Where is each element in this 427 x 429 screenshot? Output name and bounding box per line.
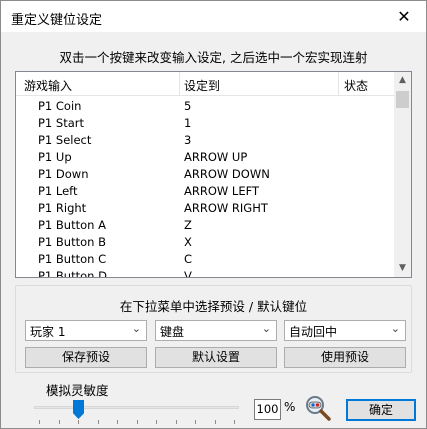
input-name: P1 Button C: [38, 252, 107, 266]
list-item[interactable]: P1 Button C C: [16, 250, 396, 267]
column-header-status[interactable]: 状态: [344, 77, 368, 94]
slider-tick: [175, 420, 177, 424]
list-item[interactable]: P1 Button D V: [16, 267, 396, 278]
column-header-input[interactable]: 游戏输入: [24, 77, 72, 94]
input-name: P1 Start: [38, 116, 84, 130]
slider-tick: [97, 420, 99, 424]
preset-group-title: 在下拉菜单中选择预设 / 默认键位: [119, 299, 308, 314]
title-bar: 重定义键位设定 ✕: [1, 1, 426, 32]
mapping-value: 1: [184, 116, 192, 130]
slider-tick: [58, 420, 60, 424]
input-name: P1 Coin: [38, 99, 82, 113]
remap-dialog: 重定义键位设定 ✕ 双击一个按键来改变输入设定, 之后选中一个宏实现连射 游戏输…: [0, 0, 427, 429]
column-separator[interactable]: [179, 72, 180, 96]
list-item[interactable]: P1 Select 3: [16, 131, 396, 148]
close-button[interactable]: ✕: [382, 1, 426, 32]
slider-tick: [156, 420, 157, 424]
chevron-down-icon: ⌄: [261, 322, 271, 335]
list-item[interactable]: P1 Start 1: [16, 114, 396, 131]
save-preset-button[interactable]: 保存预设: [25, 347, 147, 368]
mapping-value: 5: [184, 99, 192, 113]
list-item[interactable]: P1 Coin 5: [16, 97, 396, 114]
sensitivity-input[interactable]: 100: [254, 399, 281, 420]
device-select[interactable]: 键盘 ⌄: [155, 320, 277, 341]
mapping-value: Z: [184, 218, 192, 232]
ok-button[interactable]: 确定: [346, 399, 416, 421]
mapping-value: ARROW UP: [184, 150, 248, 164]
slider-tick: [39, 420, 40, 424]
input-name: P1 Button A: [38, 218, 106, 232]
vertical-scrollbar[interactable]: ▲ ▼: [394, 72, 411, 277]
chevron-down-icon: ⌄: [390, 322, 400, 335]
mapping-value: C: [184, 252, 193, 266]
input-name: P1 Left: [38, 184, 78, 198]
default-settings-button[interactable]: 默认设置: [155, 347, 277, 368]
mode-select[interactable]: 自动回中 ⌄: [284, 320, 406, 341]
sensitivity-slider-track[interactable]: [34, 406, 239, 409]
scroll-thumb[interactable]: [396, 91, 409, 108]
preset-group: 在下拉菜单中选择预设 / 默认键位 玩家 1 ⌄ 键盘 ⌄ 自动回中 ⌄ 保存预…: [15, 285, 412, 373]
column-separator[interactable]: [338, 72, 339, 96]
use-preset-button[interactable]: 使用预设: [284, 347, 406, 368]
slider-tick: [214, 420, 216, 424]
mapping-value: 3: [184, 133, 192, 147]
window-title: 重定义键位设定: [11, 13, 103, 28]
player-select[interactable]: 玩家 1 ⌄: [25, 320, 147, 341]
slider-tick: [234, 420, 235, 424]
list-item[interactable]: P1 Up ARROW UP: [16, 148, 396, 165]
sensitivity-slider-thumb[interactable]: [73, 400, 84, 419]
chevron-down-icon: ⌄: [131, 322, 141, 335]
mapping-value: V: [184, 269, 192, 278]
slider-tick: [195, 420, 196, 424]
list-item[interactable]: P1 Button A Z: [16, 216, 396, 233]
list-header: 游戏输入 设定到 状态: [16, 72, 396, 96]
list-item[interactable]: P1 Down ARROW DOWN: [16, 165, 396, 182]
sensitivity-label: 模拟灵敏度: [46, 383, 109, 398]
list-item[interactable]: P1 Right ARROW RIGHT: [16, 199, 396, 216]
mapping-value: X: [184, 235, 192, 249]
input-name: P1 Down: [38, 167, 89, 181]
list-rows: P1 Coin 5 P1 Start 1 P1 Select 3 P1 Up ARROW UP…: [16, 97, 396, 278]
mapping-value: ARROW DOWN: [184, 167, 270, 181]
column-header-mapping[interactable]: 设定到: [184, 77, 220, 94]
input-name: P1 Select: [38, 133, 92, 147]
input-mapping-list[interactable]: 游戏输入 设定到 状态 P1 Coin 5 P1 Start 1 P1 Select 3 P…: [15, 71, 412, 278]
list-item[interactable]: P1 Left ARROW LEFT: [16, 182, 396, 199]
percent-unit: %: [284, 400, 296, 414]
mapping-value: ARROW LEFT: [184, 184, 260, 198]
input-name: P1 Button B: [38, 235, 106, 249]
device-select-value: 键盘: [160, 325, 185, 339]
list-item[interactable]: P1 Button B X: [16, 233, 396, 250]
magnifier-gamepad-icon[interactable]: [304, 395, 332, 421]
scroll-down-icon[interactable]: ▼: [394, 260, 411, 277]
player-select-value: 玩家 1: [30, 325, 66, 339]
slider-tick: [78, 420, 79, 424]
mode-select-value: 自动回中: [289, 325, 338, 339]
instruction-text: 双击一个按键来改变输入设定, 之后选中一个宏实现连射: [59, 50, 368, 65]
slider-tick: [117, 420, 118, 424]
input-name: P1 Button D: [38, 269, 107, 278]
mapping-value: ARROW RIGHT: [184, 201, 268, 215]
slider-tick: [136, 420, 138, 424]
input-name: P1 Right: [38, 201, 87, 215]
input-name: P1 Up: [38, 150, 72, 164]
scroll-up-icon[interactable]: ▲: [394, 72, 411, 89]
